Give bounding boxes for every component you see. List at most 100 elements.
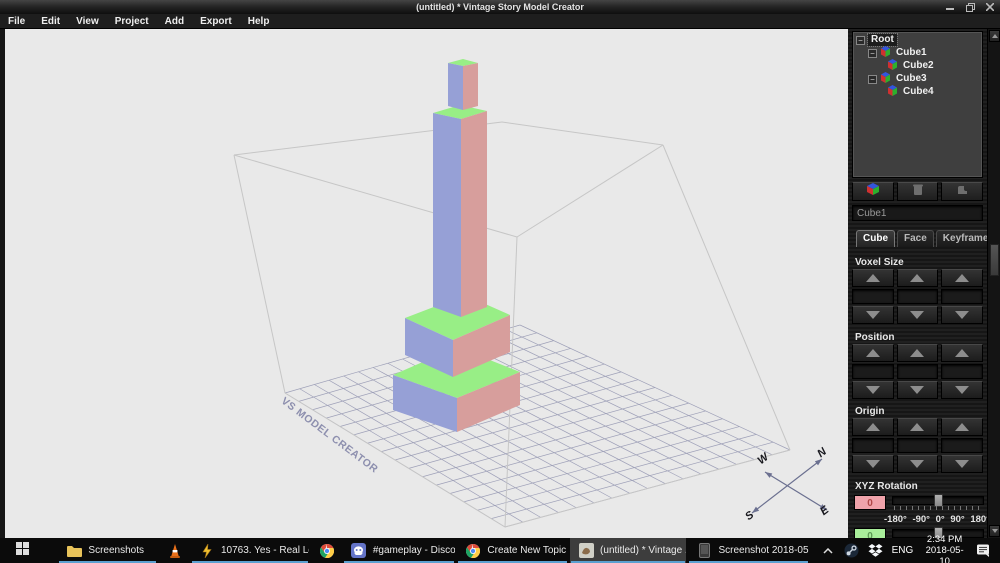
- voxel-y-up-button[interactable]: [897, 269, 939, 287]
- origin-y-input[interactable]: [897, 438, 939, 453]
- voxel-x-up-button[interactable]: [852, 269, 894, 287]
- tree-label-cube4[interactable]: Cube4: [900, 86, 937, 98]
- viewport-3d[interactable]: VS MODEL CREATOR W N S E: [5, 29, 848, 538]
- scale-0: 0°: [936, 514, 945, 525]
- taskbar-item-screenshot-file[interactable]: Screenshot 2018-05...: [688, 538, 808, 563]
- tree-row-cube3[interactable]: − Cube3: [853, 73, 982, 85]
- taskbar-item-chrome-topic[interactable]: Create New Topic -...: [457, 538, 568, 563]
- tree-label-cube1[interactable]: Cube1: [893, 47, 930, 59]
- origin-x-up-button[interactable]: [852, 418, 894, 436]
- position-x-up-button[interactable]: [852, 344, 894, 362]
- minimize-button[interactable]: [944, 2, 956, 12]
- delete-button[interactable]: [897, 182, 939, 201]
- image-file-icon: [696, 543, 712, 559]
- origin-y-down-button[interactable]: [897, 455, 939, 473]
- taskbar-item-label: #gameplay - Discord: [373, 545, 456, 556]
- position-z-input[interactable]: [941, 364, 983, 379]
- menu-export[interactable]: Export: [192, 14, 240, 29]
- discord-icon: [351, 543, 367, 559]
- tab-face[interactable]: Face: [897, 230, 934, 247]
- origin-z-down-button[interactable]: [941, 455, 983, 473]
- close-button[interactable]: [984, 2, 996, 12]
- vintage-story-icon: [578, 543, 594, 559]
- scale-neg180: -180°: [884, 514, 907, 525]
- down-arrow-icon: [866, 386, 880, 394]
- restore-button[interactable]: [964, 2, 976, 12]
- start-button[interactable]: [0, 538, 44, 563]
- tree-label-cube3[interactable]: Cube3: [893, 73, 930, 85]
- rotation-x-slider[interactable]: [892, 494, 984, 510]
- origin-x-input[interactable]: [852, 438, 894, 453]
- show-hidden-icons-chevron-icon[interactable]: [821, 543, 835, 558]
- steam-icon[interactable]: [844, 543, 859, 558]
- menu-add[interactable]: Add: [157, 14, 192, 29]
- duplicate-button[interactable]: [941, 182, 983, 201]
- tree-row-cube1[interactable]: − Cube1: [853, 47, 982, 59]
- voxel-z-input[interactable]: [941, 289, 983, 304]
- taskbar-item-label: 10763. Yes - Real Lo...: [221, 545, 309, 556]
- position-y-down-button[interactable]: [897, 381, 939, 399]
- tree-row-root[interactable]: − Root: [853, 34, 982, 46]
- down-arrow-icon: [955, 386, 969, 394]
- taskbar-item-winamp[interactable]: 10763. Yes - Real Lo...: [191, 538, 309, 563]
- windows-logo-icon: [16, 542, 29, 560]
- voxel-y-down-button[interactable]: [897, 306, 939, 324]
- voxel-x-down-button[interactable]: [852, 306, 894, 324]
- voxel-z-up-button[interactable]: [941, 269, 983, 287]
- panel-scrollbar[interactable]: [987, 29, 1000, 538]
- scroll-thumb[interactable]: [990, 244, 999, 276]
- menu-edit[interactable]: Edit: [33, 14, 68, 29]
- trash-icon: [912, 183, 924, 201]
- taskbar-item-label: Screenshot 2018-05...: [718, 545, 808, 556]
- voxel-x-input[interactable]: [852, 289, 894, 304]
- scroll-down-button[interactable]: [989, 525, 1000, 537]
- position-y-input[interactable]: [897, 364, 939, 379]
- up-arrow-icon: [910, 423, 924, 431]
- up-arrow-icon: [992, 34, 998, 38]
- position-x-input[interactable]: [852, 364, 894, 379]
- taskbar-item-chrome-pinned[interactable]: [311, 538, 341, 563]
- menu-file[interactable]: File: [0, 14, 33, 29]
- action-center-icon[interactable]: [976, 543, 990, 558]
- taskbar-item-screenshots[interactable]: Screenshots: [58, 538, 157, 563]
- up-arrow-icon: [866, 274, 880, 282]
- scroll-up-button[interactable]: [989, 30, 1000, 42]
- origin-y-up-button[interactable]: [897, 418, 939, 436]
- position-y-up-button[interactable]: [897, 344, 939, 362]
- position-steppers: [852, 344, 983, 399]
- position-z-up-button[interactable]: [941, 344, 983, 362]
- tree-row-cube2[interactable]: Cube2: [853, 60, 982, 72]
- collapse-icon[interactable]: −: [868, 49, 877, 58]
- position-z-down-button[interactable]: [941, 381, 983, 399]
- tree-row-cube4[interactable]: Cube4: [853, 86, 982, 98]
- collapse-icon[interactable]: −: [856, 36, 865, 45]
- tree-label-cube2[interactable]: Cube2: [900, 60, 937, 72]
- add-cube-button[interactable]: [852, 182, 894, 201]
- position-x-down-button[interactable]: [852, 381, 894, 399]
- clock[interactable]: 2:34 PM 2018-05-10: [922, 534, 967, 563]
- taskbar-item-vlc[interactable]: [159, 538, 189, 563]
- rotation-x-value: 0: [854, 495, 886, 510]
- origin-z-up-button[interactable]: [941, 418, 983, 436]
- taskbar-item-label: Screenshots: [88, 545, 144, 556]
- down-arrow-icon: [910, 386, 924, 394]
- taskbar-item-discord[interactable]: #gameplay - Discord: [343, 538, 456, 563]
- collapse-icon[interactable]: −: [868, 75, 877, 84]
- menu-view[interactable]: View: [68, 14, 107, 29]
- voxel-y-input[interactable]: [897, 289, 939, 304]
- rotation-scale-labels: -180° -90° 0° 90° 180°: [884, 514, 990, 525]
- taskbar-item-vintage-story[interactable]: (untitled) * Vintage ...: [570, 538, 686, 563]
- menu-help[interactable]: Help: [240, 14, 278, 29]
- language-indicator[interactable]: ENG: [892, 545, 914, 556]
- element-name-input[interactable]: [852, 205, 983, 221]
- dropbox-icon[interactable]: [868, 543, 883, 558]
- origin-x-down-button[interactable]: [852, 455, 894, 473]
- up-arrow-icon: [910, 274, 924, 282]
- menu-project[interactable]: Project: [107, 14, 157, 29]
- vlc-cone-icon: [167, 543, 183, 559]
- voxel-z-down-button[interactable]: [941, 306, 983, 324]
- taskbar: Screenshots 10763. Yes - Real Lo... #gam…: [0, 538, 1000, 563]
- tab-cube[interactable]: Cube: [856, 230, 895, 247]
- clock-time: 2:34 PM: [922, 534, 967, 545]
- origin-z-input[interactable]: [941, 438, 983, 453]
